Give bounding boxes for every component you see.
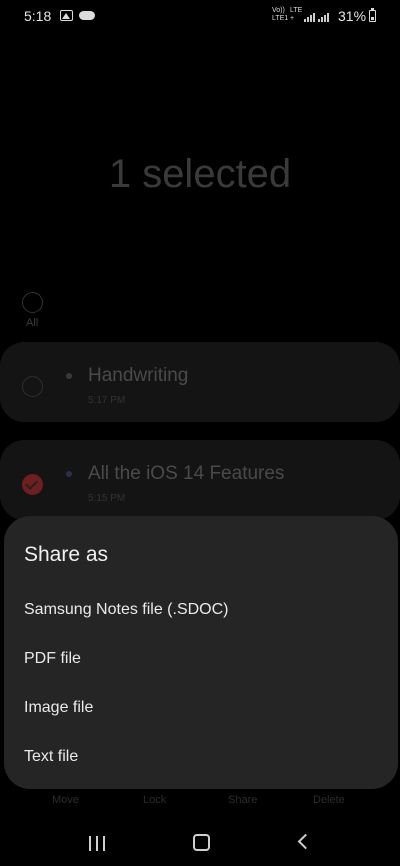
share-option-pdf[interactable]: PDF file (24, 650, 81, 668)
note-checkbox-checked[interactable] (22, 474, 43, 495)
delete-button[interactable]: Delete (313, 794, 345, 806)
status-bar: 5:18 Vo)) LTE1 LTE + 31% (0, 0, 400, 34)
lock-button[interactable]: Lock (143, 794, 166, 806)
share-option-sdoc[interactable]: Samsung Notes file (.SDOC) (24, 601, 229, 619)
battery-icon (369, 8, 376, 22)
move-button[interactable]: Move (52, 794, 79, 806)
selection-count-title: 1 selected (108, 152, 292, 196)
system-nav-bar (0, 812, 400, 866)
recents-icon[interactable] (89, 836, 105, 851)
share-option-text[interactable]: Text file (24, 748, 78, 766)
note-title: All the iOS 14 Features (88, 463, 285, 484)
share-option-image[interactable]: Image file (24, 699, 93, 717)
note-checkbox[interactable] (22, 376, 43, 397)
home-icon[interactable] (193, 834, 210, 851)
note-list-item[interactable]: Handwriting 5:17 PM (0, 342, 400, 422)
lte-indicator: LTE + (290, 7, 303, 22)
share-sheet-title: Share as (24, 543, 109, 566)
note-list-item[interactable]: All the iOS 14 Features 5:15 PM (0, 440, 400, 520)
note-bullet-icon (66, 471, 72, 477)
back-icon[interactable] (297, 833, 314, 850)
signal-icon (304, 12, 315, 22)
bottom-action-bar: Move Lock Share Delete (0, 794, 400, 810)
select-all-label: All (26, 317, 39, 329)
share-as-sheet: Share as Samsung Notes file (.SDOC) PDF … (4, 516, 398, 789)
note-title: Handwriting (88, 365, 189, 386)
battery-percentage: 31% (338, 8, 367, 24)
signal-icon (318, 12, 329, 22)
select-all-checkbox[interactable] (22, 292, 43, 313)
note-time: 5:15 PM (88, 493, 126, 504)
status-time: 5:18 (24, 8, 52, 24)
volte-indicator: Vo)) LTE1 (272, 7, 289, 22)
cloud-icon (79, 11, 95, 20)
share-button[interactable]: Share (228, 794, 257, 806)
note-time: 5:17 PM (88, 395, 126, 406)
gallery-icon (60, 10, 73, 21)
note-bullet-icon (66, 373, 72, 379)
